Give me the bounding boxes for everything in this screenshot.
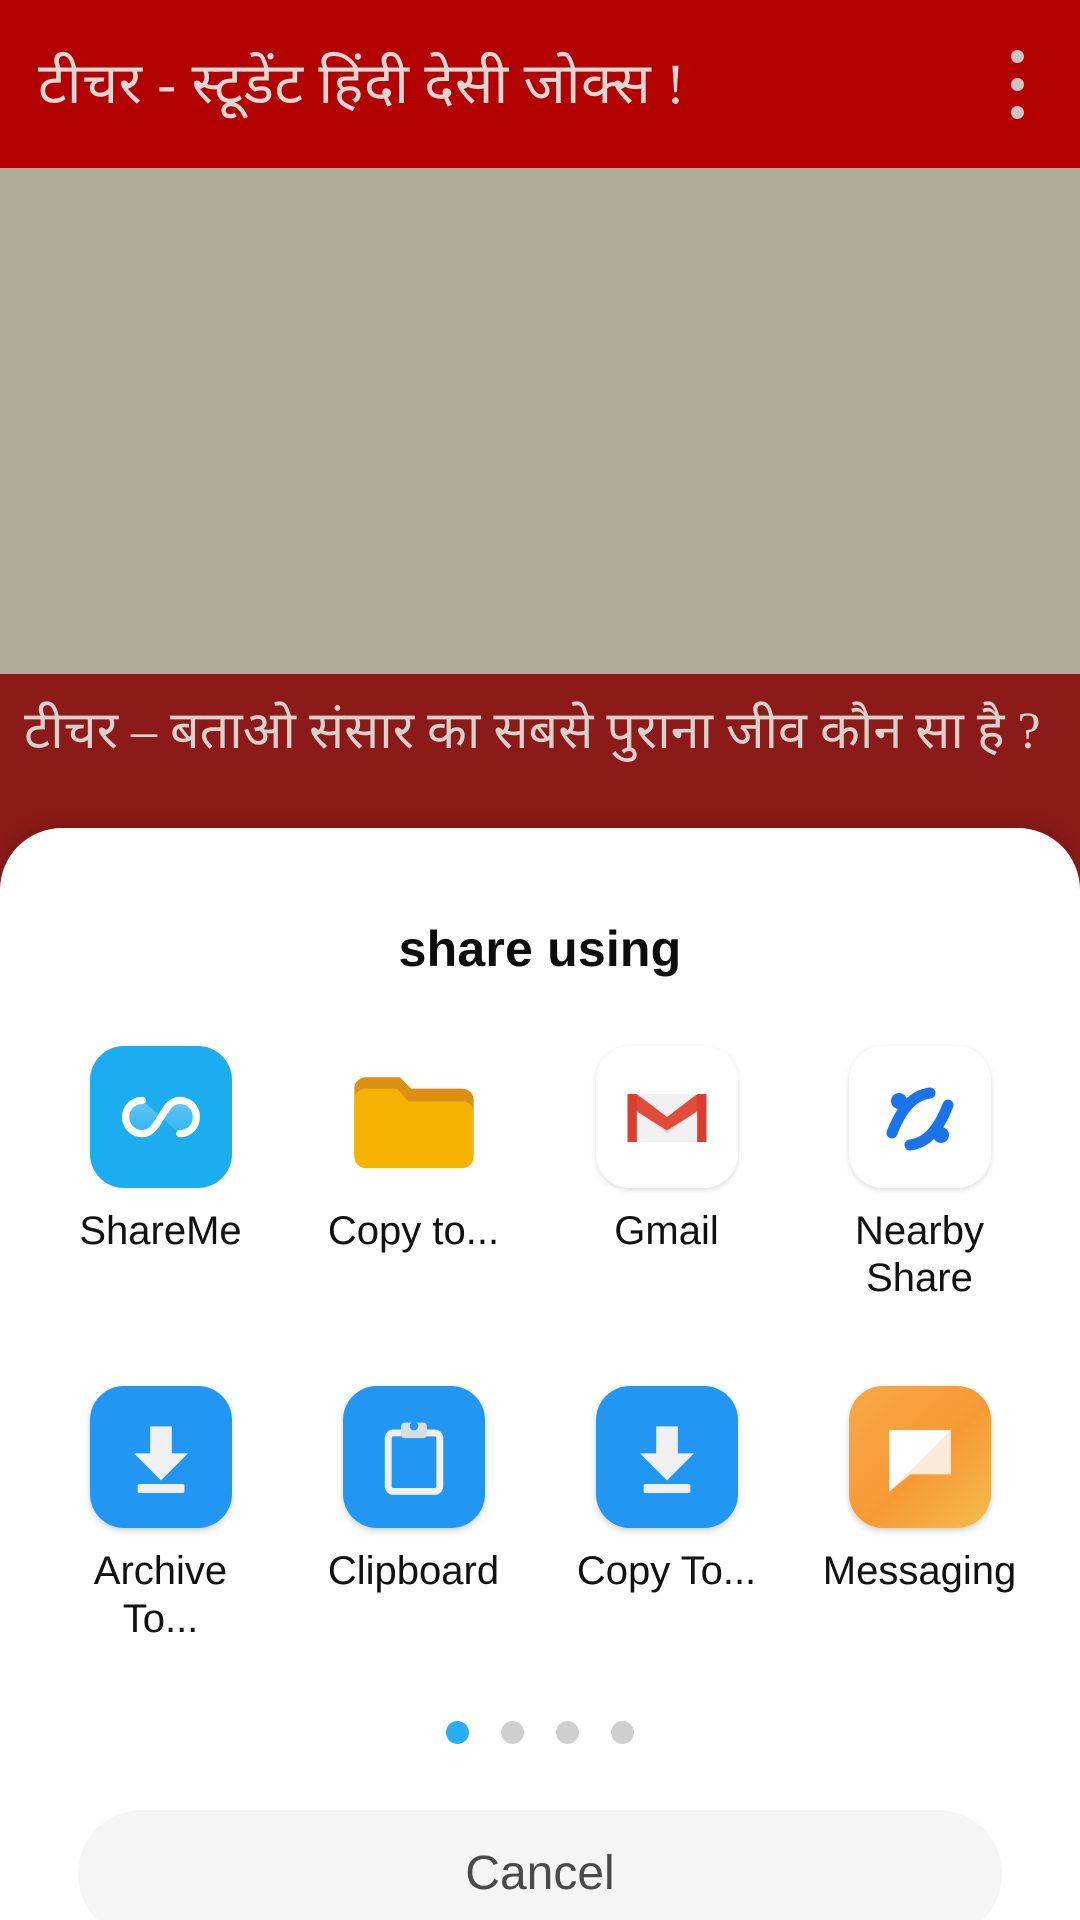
share-target-gmail[interactable]: Gmail <box>540 1036 793 1302</box>
clipboard-icon <box>342 1386 485 1529</box>
folder-icon <box>342 1046 485 1188</box>
share-target-copy-to[interactable]: Copy to... <box>287 1036 540 1302</box>
share-target-label: ShareMe <box>79 1209 242 1253</box>
share-target-label: Nearby Share <box>855 1209 984 1301</box>
share-sheet: share using ShareMe Copy to... Gmail Nea… <box>0 828 1080 1920</box>
content-placeholder-area <box>0 168 1080 674</box>
gmail-envelope-icon <box>595 1046 738 1188</box>
share-target-nearby-share[interactable]: Nearby Share <box>793 1036 1046 1302</box>
overflow-dot <box>1010 105 1024 119</box>
share-target-label: Copy To... <box>576 1549 757 1594</box>
share-target-label: Copy to... <box>327 1209 500 1253</box>
share-target-label: Archive To... <box>93 1549 228 1641</box>
nearby-share-icon <box>848 1046 991 1188</box>
share-target-label: Clipboard <box>327 1549 500 1594</box>
phone-screen: टीचर - स्टूडेंट हिंदी देसी जोक्स ! टीचर … <box>0 0 1080 1920</box>
share-target-copy-to-2[interactable]: Copy To... <box>540 1360 793 1642</box>
download-arrow-icon <box>595 1386 738 1529</box>
app-bar: टीचर - स्टूडेंट हिंदी देसी जोक्स ! <box>0 0 1080 168</box>
page-dot-1[interactable] <box>446 1720 469 1744</box>
share-target-archive-to[interactable]: Archive To... <box>34 1360 287 1642</box>
share-target-row-2: Archive To... Clipboard Copy To... Messa… <box>0 1360 1080 1642</box>
share-target-messaging[interactable]: Messaging <box>793 1360 1046 1642</box>
joke-text: टीचर – बताओ संसार का सबसे पुराना जीव कौन… <box>24 703 1041 760</box>
share-target-clipboard[interactable]: Clipboard <box>287 1360 540 1642</box>
overflow-dot <box>1010 49 1024 63</box>
page-indicator <box>0 1720 1080 1744</box>
overflow-dot <box>1010 77 1024 91</box>
cancel-button[interactable]: Cancel <box>78 1809 1002 1920</box>
share-sheet-title: share using <box>398 921 682 977</box>
page-dot-3[interactable] <box>556 1720 579 1744</box>
share-target-row-1: ShareMe Copy to... Gmail Nearby Share <box>0 1036 1080 1302</box>
download-arrow-icon <box>89 1386 232 1529</box>
message-bubble-icon <box>848 1386 991 1529</box>
shareme-infinity-icon <box>89 1046 232 1188</box>
page-dot-4[interactable] <box>611 1720 634 1744</box>
more-vert-icon[interactable] <box>986 36 1048 132</box>
share-target-label: Messaging <box>822 1549 1017 1594</box>
page-title: टीचर - स्टूडेंट हिंदी देसी जोक्स ! <box>38 52 686 116</box>
page-dot-2[interactable] <box>501 1720 524 1744</box>
share-target-label: Gmail <box>614 1209 719 1253</box>
share-target-shareme[interactable]: ShareMe <box>34 1036 287 1302</box>
